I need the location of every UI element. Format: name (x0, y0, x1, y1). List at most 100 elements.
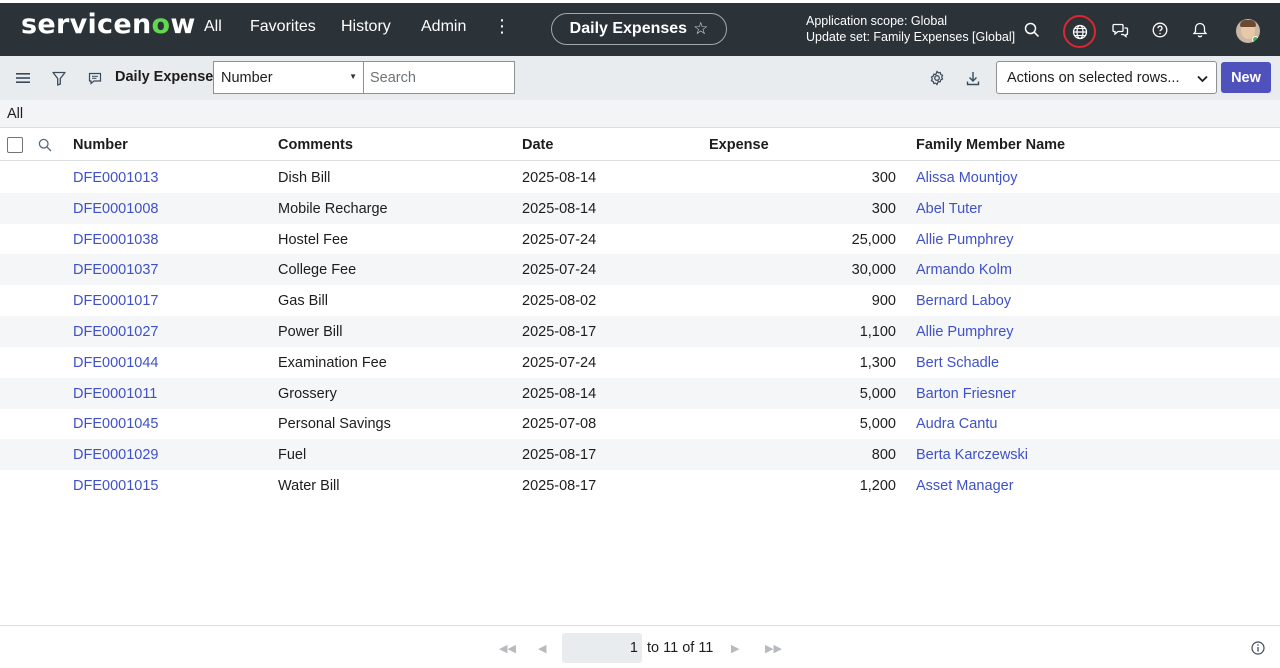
hamburger-menu-icon[interactable] (13, 68, 33, 88)
help-icon[interactable] (1147, 17, 1173, 43)
application-scope-info[interactable]: Application scope: Global Update set: Fa… (806, 13, 1015, 45)
table-row[interactable]: DFE0001037 College Fee 2025-07-24 30,000 Arm… (0, 254, 1280, 286)
family-member-link[interactable]: Alissa Mountjoy (916, 170, 1018, 186)
table-row[interactable]: DFE0001013 Dish Bill 2025-08-14 300 Alissa M… (0, 162, 1280, 193)
more-menu-icon[interactable]: ⋮ (493, 16, 511, 37)
family-member-link[interactable]: Allie Pumphrey (916, 232, 1014, 248)
globe-scope-icon[interactable] (1063, 15, 1096, 48)
download-icon[interactable] (963, 68, 983, 88)
record-number-link[interactable]: DFE0001013 (73, 170, 158, 186)
bell-icon[interactable] (1187, 17, 1213, 43)
date-cell: 2025-08-14 (522, 170, 597, 186)
expense-cell: 300 (871, 200, 896, 217)
table-row[interactable]: DFE0001017 Gas Bill 2025-08-02 900 Bernard L… (0, 285, 1280, 316)
record-number-link[interactable]: DFE0001011 (73, 386, 157, 402)
new-button[interactable]: New (1221, 62, 1271, 93)
comments-cell: Personal Savings (278, 416, 391, 433)
expense-cell: 800 (871, 447, 896, 464)
date-cell: 2025-08-14 (522, 385, 597, 402)
column-header-expense[interactable]: Expense (709, 137, 769, 153)
pagination-bar: ◀◀ ◀ 1 to 11 of 11 ▶ ▶▶ (0, 625, 1280, 668)
record-number-link[interactable]: DFE0001027 (73, 324, 158, 340)
comment-icon[interactable] (85, 68, 105, 88)
actions-on-selected-rows-select[interactable]: Actions on selected rows... (996, 61, 1217, 94)
info-icon[interactable] (1251, 641, 1265, 660)
table-row[interactable]: DFE0001027 Power Bill 2025-08-17 1,100 Allie… (0, 316, 1280, 347)
user-avatar[interactable] (1236, 19, 1260, 43)
column-header-comments[interactable]: Comments (278, 137, 353, 153)
page-number-input[interactable]: 1 (562, 633, 642, 663)
last-page-icon[interactable]: ▶▶ (765, 642, 782, 655)
record-number-link[interactable]: DFE0001008 (73, 201, 158, 217)
comments-cell: Dish Bill (278, 170, 331, 186)
family-member-link[interactable]: Bernard Laboy (916, 293, 1011, 309)
nav-favorites[interactable]: Favorites (250, 18, 316, 36)
date-cell: 2025-08-17 (522, 324, 597, 340)
next-page-icon[interactable]: ▶ (731, 642, 739, 655)
table-row[interactable]: DFE0001011 Grossery 2025-08-14 5,000 Barton … (0, 377, 1280, 409)
page-title: Daily Expenses (569, 20, 688, 37)
table-row[interactable]: DFE0001038 Hostel Fee 2025-07-24 25,000 Alli… (0, 224, 1280, 255)
nav-admin[interactable]: Admin (421, 18, 466, 36)
pagination-range: to 11 of 11 (647, 640, 714, 656)
nav-all[interactable]: All (204, 18, 222, 36)
date-cell: 2025-07-24 (522, 262, 597, 279)
family-member-link[interactable]: Bert Schadle (916, 355, 999, 371)
expense-cell: 1,100 (859, 324, 896, 340)
comments-cell: Mobile Recharge (278, 200, 388, 217)
search-icon[interactable] (1019, 17, 1045, 43)
nav-history[interactable]: History (341, 18, 391, 36)
column-header-date[interactable]: Date (522, 137, 553, 153)
first-page-icon[interactable]: ◀◀ (499, 642, 516, 655)
comments-cell: Fuel (278, 447, 307, 464)
chevron-down-icon (1197, 71, 1208, 87)
expense-cell: 1,300 (859, 354, 896, 371)
family-member-link[interactable]: Barton Friesner (916, 386, 1016, 402)
family-member-link[interactable]: Abel Tuter (916, 201, 982, 217)
family-member-link[interactable]: Berta Karczewski (916, 447, 1028, 463)
comments-cell: Power Bill (278, 324, 343, 340)
scope-line: Application scope: Global (806, 14, 948, 28)
filter-icon[interactable] (49, 68, 69, 88)
table-row[interactable]: DFE0001008 Mobile Recharge 2025-08-14 300 Ab… (0, 192, 1280, 224)
search-input[interactable] (364, 61, 515, 94)
family-member-link[interactable]: Asset Manager (916, 478, 1014, 494)
expense-cell: 1,200 (859, 478, 896, 494)
date-cell: 2025-07-24 (522, 231, 597, 248)
select-all-checkbox[interactable] (7, 137, 23, 153)
table-row[interactable]: DFE0001044 Examination Fee 2025-07-24 1,300… (0, 347, 1280, 378)
chat-icon[interactable] (1107, 17, 1133, 43)
table-row[interactable]: DFE0001015 Water Bill 2025-08-17 1,200 Asset… (0, 470, 1280, 501)
expense-cell: 900 (871, 293, 896, 310)
table-row[interactable]: DFE0001029 Fuel 2025-08-17 800 Berta Karczew… (0, 439, 1280, 471)
comments-cell: Water Bill (278, 478, 340, 494)
record-number-link[interactable]: DFE0001044 (73, 355, 158, 371)
settings-gear-icon[interactable] (927, 68, 947, 88)
record-number-link[interactable]: DFE0001029 (73, 447, 158, 463)
column-search-icon[interactable] (38, 138, 52, 157)
previous-page-icon[interactable]: ◀ (538, 642, 546, 655)
family-member-link[interactable]: Allie Pumphrey (916, 324, 1014, 340)
record-number-link[interactable]: DFE0001038 (73, 232, 158, 248)
star-icon[interactable]: ☆ (693, 19, 708, 39)
expense-cell: 300 (871, 170, 896, 186)
dropdown-caret-icon: ▼ (349, 72, 357, 81)
page-title-pill[interactable]: Daily Expenses ☆ (551, 13, 727, 45)
search-field-select[interactable]: Number ▼ (213, 61, 364, 94)
update-set-line: Update set: Family Expenses [Global] (806, 30, 1016, 44)
column-header-number[interactable]: Number (73, 137, 128, 153)
column-header-family-member-name[interactable]: Family Member Name (916, 137, 1065, 153)
family-member-link[interactable]: Audra Cantu (916, 416, 997, 432)
record-number-link[interactable]: DFE0001017 (73, 293, 158, 309)
record-number-link[interactable]: DFE0001015 (73, 478, 158, 494)
record-number-link[interactable]: DFE0001045 (73, 416, 158, 432)
family-member-link[interactable]: Armando Kolm (916, 262, 1012, 278)
record-number-link[interactable]: DFE0001037 (73, 262, 158, 278)
list-toolbar: Daily Expenses Number ▼ Actions on selec… (0, 56, 1280, 100)
breadcrumb-all[interactable]: All (7, 106, 23, 122)
comments-cell: Examination Fee (278, 354, 387, 371)
expense-cell: 5,000 (859, 416, 896, 433)
servicenow-logo[interactable]: servicenow (21, 9, 196, 40)
actions-select-label: Actions on selected rows... (1007, 69, 1180, 86)
table-row[interactable]: DFE0001045 Personal Savings 2025-07-08 5,00… (0, 408, 1280, 439)
